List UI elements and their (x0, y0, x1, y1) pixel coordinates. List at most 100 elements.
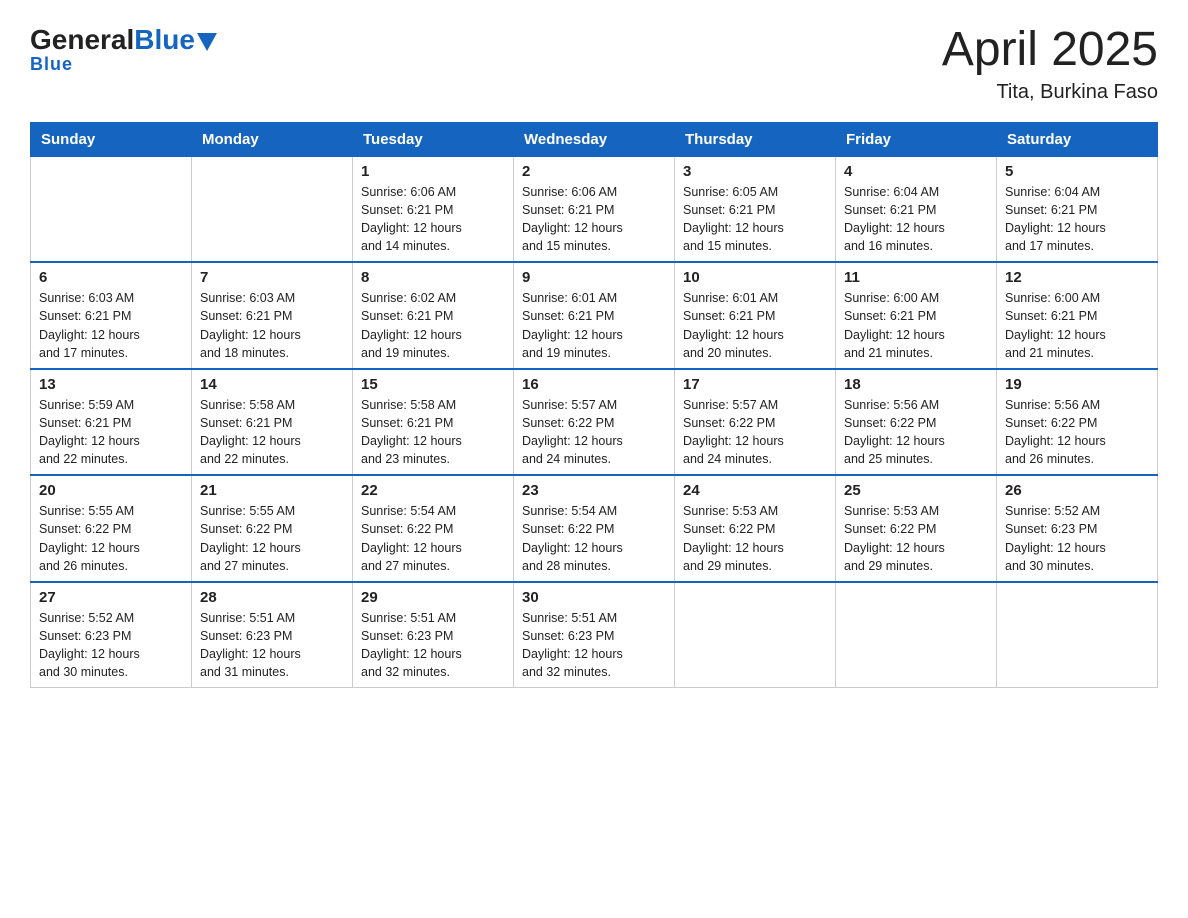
day-number: 29 (361, 589, 505, 606)
day-info: Sunrise: 5:51 AM Sunset: 6:23 PM Dayligh… (200, 609, 344, 682)
day-info: Sunrise: 6:06 AM Sunset: 6:21 PM Dayligh… (361, 183, 505, 256)
day-number: 17 (683, 376, 827, 393)
logo-text: GeneralBlue (30, 24, 217, 56)
day-number: 19 (1005, 376, 1149, 393)
title-area: April 2025 Tita, Burkina Faso (942, 24, 1158, 104)
weekday-header-wednesday: Wednesday (514, 122, 675, 156)
header-area: GeneralBlue Blue April 2025 Tita, Burkin… (30, 24, 1158, 104)
calendar-cell: 16 Sunrise: 5:57 AM Sunset: 6:22 PM Dayli… (514, 369, 675, 476)
calendar-cell: 29 Sunrise: 5:51 AM Sunset: 6:23 PM Dayli… (353, 582, 514, 688)
day-number: 28 (200, 589, 344, 606)
calendar-cell: 30 Sunrise: 5:51 AM Sunset: 6:23 PM Dayli… (514, 582, 675, 688)
logo-general: General (30, 24, 134, 56)
calendar-cell: 14 Sunrise: 5:58 AM Sunset: 6:21 PM Dayli… (192, 369, 353, 476)
weekday-header-tuesday: Tuesday (353, 122, 514, 156)
calendar-cell: 23 Sunrise: 5:54 AM Sunset: 6:22 PM Dayli… (514, 475, 675, 582)
calendar-cell: 18 Sunrise: 5:56 AM Sunset: 6:22 PM Dayli… (836, 369, 997, 476)
calendar-cell: 8Sunrise: 6:02 AM Sunset: 6:21 PM Daylig… (353, 262, 514, 369)
calendar-cell: 5Sunrise: 6:04 AM Sunset: 6:21 PM Daylig… (997, 156, 1158, 262)
day-info: Sunrise: 6:00 AM Sunset: 6:21 PM Dayligh… (1005, 289, 1149, 362)
calendar-cell: 9 Sunrise: 6:01 AM Sunset: 6:21 PM Daylig… (514, 262, 675, 369)
day-info: Sunrise: 5:55 AM Sunset: 6:22 PM Dayligh… (200, 502, 344, 575)
calendar-cell: 3Sunrise: 6:05 AM Sunset: 6:21 PM Daylig… (675, 156, 836, 262)
week-row-2: 6Sunrise: 6:03 AM Sunset: 6:21 PM Daylig… (31, 262, 1158, 369)
day-number: 4 (844, 163, 988, 180)
calendar-cell: 15 Sunrise: 5:58 AM Sunset: 6:21 PM Dayli… (353, 369, 514, 476)
day-info: Sunrise: 5:58 AM Sunset: 6:21 PM Dayligh… (361, 396, 505, 469)
calendar-cell: 28 Sunrise: 5:51 AM Sunset: 6:23 PM Dayli… (192, 582, 353, 688)
day-info: Sunrise: 6:04 AM Sunset: 6:21 PM Dayligh… (1005, 183, 1149, 256)
calendar-cell: 19 Sunrise: 5:56 AM Sunset: 6:22 PM Dayli… (997, 369, 1158, 476)
day-number: 1 (361, 163, 505, 180)
day-info: Sunrise: 5:55 AM Sunset: 6:22 PM Dayligh… (39, 502, 183, 575)
day-info: Sunrise: 6:02 AM Sunset: 6:21 PM Dayligh… (361, 289, 505, 362)
day-number: 12 (1005, 269, 1149, 286)
calendar-cell (675, 582, 836, 688)
day-number: 11 (844, 269, 988, 286)
day-number: 26 (1005, 482, 1149, 499)
calendar-cell: 6Sunrise: 6:03 AM Sunset: 6:21 PM Daylig… (31, 262, 192, 369)
day-number: 30 (522, 589, 666, 606)
day-number: 10 (683, 269, 827, 286)
day-info: Sunrise: 6:00 AM Sunset: 6:21 PM Dayligh… (844, 289, 988, 362)
day-info: Sunrise: 5:56 AM Sunset: 6:22 PM Dayligh… (1005, 396, 1149, 469)
day-number: 15 (361, 376, 505, 393)
day-info: Sunrise: 5:58 AM Sunset: 6:21 PM Dayligh… (200, 396, 344, 469)
weekday-header-saturday: Saturday (997, 122, 1158, 156)
day-info: Sunrise: 5:53 AM Sunset: 6:22 PM Dayligh… (683, 502, 827, 575)
day-info: Sunrise: 5:53 AM Sunset: 6:22 PM Dayligh… (844, 502, 988, 575)
day-info: Sunrise: 5:51 AM Sunset: 6:23 PM Dayligh… (522, 609, 666, 682)
weekday-header-thursday: Thursday (675, 122, 836, 156)
calendar-cell: 1 Sunrise: 6:06 AM Sunset: 6:21 PM Daylig… (353, 156, 514, 262)
day-info: Sunrise: 6:01 AM Sunset: 6:21 PM Dayligh… (683, 289, 827, 362)
day-number: 25 (844, 482, 988, 499)
day-info: Sunrise: 5:57 AM Sunset: 6:22 PM Dayligh… (522, 396, 666, 469)
calendar-cell: 2 Sunrise: 6:06 AM Sunset: 6:21 PM Daylig… (514, 156, 675, 262)
calendar-table: SundayMondayTuesdayWednesdayThursdayFrid… (30, 122, 1158, 689)
day-number: 18 (844, 376, 988, 393)
logo-triangle-icon (197, 33, 217, 51)
weekday-header-sunday: Sunday (31, 122, 192, 156)
week-row-3: 13Sunrise: 5:59 AM Sunset: 6:21 PM Dayli… (31, 369, 1158, 476)
day-number: 3 (683, 163, 827, 180)
main-title: April 2025 (942, 24, 1158, 77)
day-number: 20 (39, 482, 183, 499)
calendar-cell: 20 Sunrise: 5:55 AM Sunset: 6:22 PM Dayli… (31, 475, 192, 582)
day-info: Sunrise: 5:52 AM Sunset: 6:23 PM Dayligh… (39, 609, 183, 682)
day-info: Sunrise: 5:51 AM Sunset: 6:23 PM Dayligh… (361, 609, 505, 682)
calendar-cell (31, 156, 192, 262)
day-number: 21 (200, 482, 344, 499)
day-info: Sunrise: 6:01 AM Sunset: 6:21 PM Dayligh… (522, 289, 666, 362)
day-info: Sunrise: 5:56 AM Sunset: 6:22 PM Dayligh… (844, 396, 988, 469)
calendar-cell: 12 Sunrise: 6:00 AM Sunset: 6:21 PM Dayli… (997, 262, 1158, 369)
weekday-header-friday: Friday (836, 122, 997, 156)
day-number: 14 (200, 376, 344, 393)
day-number: 9 (522, 269, 666, 286)
calendar-cell: 4Sunrise: 6:04 AM Sunset: 6:21 PM Daylig… (836, 156, 997, 262)
day-number: 22 (361, 482, 505, 499)
day-info: Sunrise: 5:52 AM Sunset: 6:23 PM Dayligh… (1005, 502, 1149, 575)
logo: GeneralBlue Blue (30, 24, 217, 75)
calendar-cell: 24 Sunrise: 5:53 AM Sunset: 6:22 PM Dayli… (675, 475, 836, 582)
weekday-header-monday: Monday (192, 122, 353, 156)
day-info: Sunrise: 5:57 AM Sunset: 6:22 PM Dayligh… (683, 396, 827, 469)
logo-blue: Blue (134, 24, 195, 56)
calendar-cell: 13Sunrise: 5:59 AM Sunset: 6:21 PM Dayli… (31, 369, 192, 476)
calendar-cell: 10 Sunrise: 6:01 AM Sunset: 6:21 PM Dayli… (675, 262, 836, 369)
calendar-cell: 7Sunrise: 6:03 AM Sunset: 6:21 PM Daylig… (192, 262, 353, 369)
day-info: Sunrise: 6:06 AM Sunset: 6:21 PM Dayligh… (522, 183, 666, 256)
day-number: 24 (683, 482, 827, 499)
day-number: 16 (522, 376, 666, 393)
day-number: 23 (522, 482, 666, 499)
calendar-cell: 11 Sunrise: 6:00 AM Sunset: 6:21 PM Dayli… (836, 262, 997, 369)
calendar-cell (997, 582, 1158, 688)
subtitle: Tita, Burkina Faso (942, 81, 1158, 104)
week-row-1: 1 Sunrise: 6:06 AM Sunset: 6:21 PM Daylig… (31, 156, 1158, 262)
calendar-cell: 26 Sunrise: 5:52 AM Sunset: 6:23 PM Dayli… (997, 475, 1158, 582)
day-info: Sunrise: 6:03 AM Sunset: 6:21 PM Dayligh… (39, 289, 183, 362)
day-info: Sunrise: 5:54 AM Sunset: 6:22 PM Dayligh… (522, 502, 666, 575)
calendar-cell: 17 Sunrise: 5:57 AM Sunset: 6:22 PM Dayli… (675, 369, 836, 476)
day-number: 2 (522, 163, 666, 180)
day-number: 13 (39, 376, 183, 393)
calendar-cell (836, 582, 997, 688)
